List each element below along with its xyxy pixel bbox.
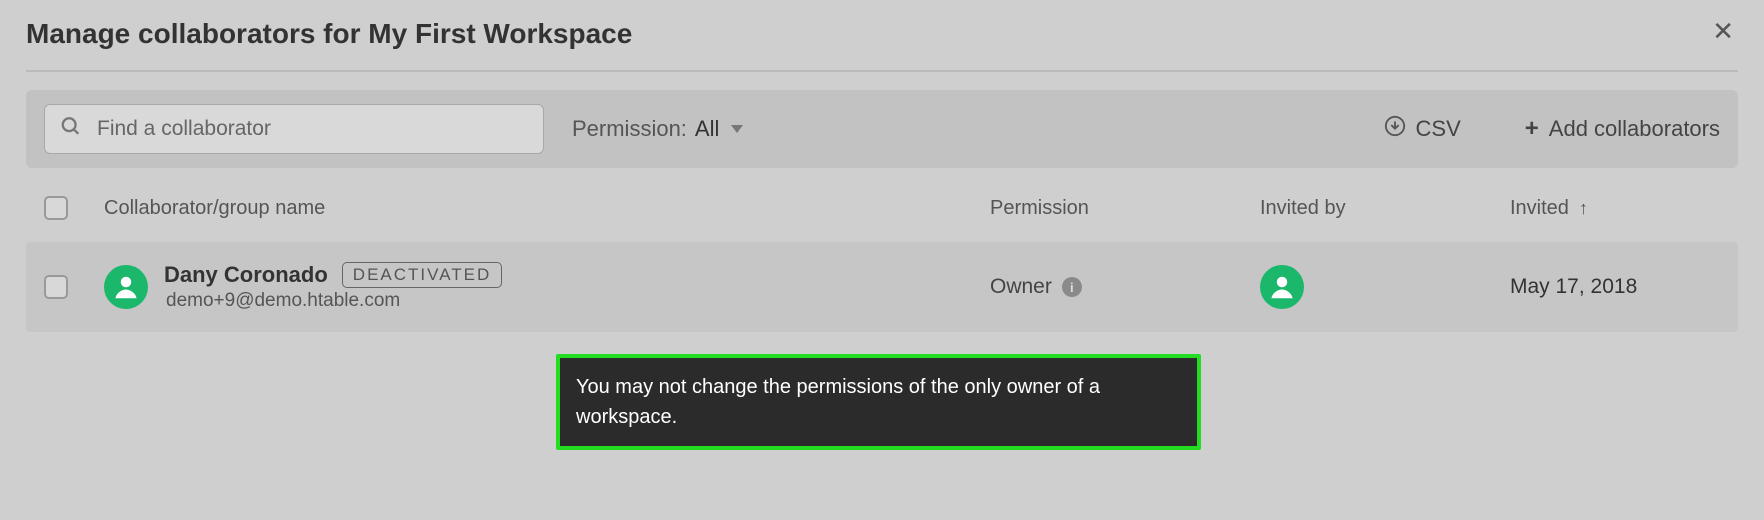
close-button[interactable]: ✕ <box>1712 18 1734 44</box>
collaborator-email: demo+9@demo.htable.com <box>164 290 502 312</box>
close-icon: ✕ <box>1712 16 1734 46</box>
info-icon: i <box>1062 277 1082 297</box>
row-invited-date: May 17, 2018 <box>1510 275 1720 299</box>
row-name-cell: Dany Coronado DEACTIVATED demo+9@demo.ht… <box>104 262 990 312</box>
table-row: Dany Coronado DEACTIVATED demo+9@demo.ht… <box>26 242 1738 332</box>
add-collaborators-button[interactable]: + Add collaborators <box>1525 115 1720 143</box>
permission-value: Owner <box>990 275 1052 299</box>
modal-title: Manage collaborators for My First Worksp… <box>26 18 1738 50</box>
row-permission-cell[interactable]: Owner i <box>990 275 1260 299</box>
collaborator-name: Dany Coronado <box>164 262 328 288</box>
row-check-cell <box>44 275 104 299</box>
permission-filter-label: Permission: <box>572 116 687 142</box>
chevron-down-icon <box>731 125 743 133</box>
avatar <box>104 265 148 309</box>
row-invited-by-cell <box>1260 265 1510 309</box>
sort-ascending-icon: ↑ <box>1579 198 1588 219</box>
csv-button[interactable]: CSV <box>1384 115 1461 143</box>
column-name[interactable]: Collaborator/group name <box>104 197 990 220</box>
table-header: Collaborator/group name Permission Invit… <box>26 168 1738 242</box>
permission-tooltip: You may not change the permissions of th… <box>556 354 1201 450</box>
download-icon <box>1384 115 1406 143</box>
permission-filter-value: All <box>695 116 719 142</box>
column-invited-label: Invited <box>1510 197 1569 220</box>
inviter-avatar[interactable] <box>1260 265 1304 309</box>
select-all-checkbox[interactable] <box>44 196 68 220</box>
toolbar: Permission: All CSV + Add collaborators <box>26 90 1738 168</box>
plus-icon: + <box>1525 115 1539 143</box>
permission-filter[interactable]: Permission: All <box>572 116 743 142</box>
search-wrap <box>44 104 544 154</box>
csv-label: CSV <box>1416 116 1461 142</box>
deactivated-badge: DEACTIVATED <box>342 262 503 288</box>
column-invited[interactable]: Invited ↑ <box>1510 197 1720 220</box>
row-checkbox[interactable] <box>44 275 68 299</box>
search-input[interactable] <box>44 104 544 154</box>
column-permission[interactable]: Permission <box>990 197 1260 220</box>
select-all-cell <box>44 196 104 220</box>
search-icon <box>60 116 82 143</box>
column-invited-by[interactable]: Invited by <box>1260 197 1510 220</box>
divider <box>26 70 1738 72</box>
add-collaborators-label: Add collaborators <box>1549 116 1720 142</box>
